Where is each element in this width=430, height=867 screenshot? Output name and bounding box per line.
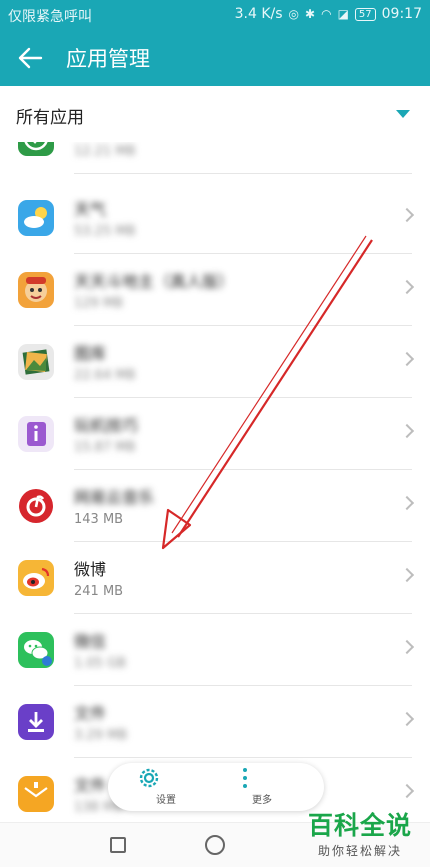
wifi-icon: ◠ [321, 7, 332, 21]
chevron-right-icon [399, 351, 415, 367]
dropdown-caret-icon [396, 110, 410, 118]
row-divider [74, 173, 412, 174]
app-name: 玩机技巧 [74, 416, 139, 435]
watermark-title: 百科全说 [307, 811, 412, 840]
bottom-action-bar: 设置 更多 [108, 763, 324, 811]
carrier-text: 仅限紧急呼叫 [8, 9, 92, 25]
tips-icon [18, 416, 54, 452]
download-icon [18, 704, 54, 740]
weibo-icon [18, 560, 54, 596]
app-row-2[interactable]: 天天斗地主（真人版） 129 MB [0, 254, 430, 326]
app-name: 网易云音乐 [74, 488, 155, 507]
app-size: 53.25 MB [74, 224, 136, 239]
network-speed: 3.4 K/s [234, 6, 283, 22]
chevron-right-icon [399, 495, 415, 511]
app-size: 12.21 MB [74, 144, 136, 159]
battery-level: 57 [354, 7, 376, 21]
chevron-right-icon [399, 711, 415, 727]
app-row-4[interactable]: 玩机技巧 15.87 MB [0, 398, 430, 470]
app-row-7[interactable]: 微信 1.05 GB [0, 614, 430, 686]
more-button[interactable]: 更多 [232, 765, 292, 809]
app-name: 微信 [74, 632, 107, 651]
app-row-8[interactable]: 文件 3.29 MB [0, 686, 430, 758]
app-name: 图库 [74, 344, 107, 363]
filter-label: 所有应用 [16, 108, 84, 128]
page-title: 应用管理 [66, 47, 150, 71]
app-size: 1.05 GB [74, 656, 127, 671]
app-list[interactable]: 12.21 MB 天气 53.25 MB 天天斗地主（真人版） 129 MB 图… [0, 142, 430, 822]
status-right: 3.4 K/s ◎ ✱ ◠ ◪ 57 09:17 [235, 6, 422, 22]
chevron-right-icon [399, 423, 415, 439]
app-name: 文件 [74, 776, 107, 795]
app-row-3[interactable]: 图库 22.64 MB [0, 326, 430, 398]
app-row-5[interactable]: 网易云音乐 143 MB [0, 470, 430, 542]
app-size: 143 MB [74, 512, 124, 527]
green-app-icon [18, 142, 54, 156]
weather-icon [18, 200, 54, 236]
app-size: 241 MB [74, 584, 124, 599]
app-size: 15.87 MB [74, 440, 136, 455]
signal-icon: ◪ [337, 7, 349, 21]
app-name: 天气 [74, 200, 107, 219]
settings-button[interactable]: 设置 [136, 765, 196, 809]
chevron-right-icon [399, 279, 415, 295]
gear-icon [139, 768, 159, 788]
watermark-subtitle: 助你轻松解决 [317, 844, 402, 858]
app-name: 微博 [74, 560, 107, 579]
app-name: 天天斗地主（真人版） [74, 272, 235, 291]
recent-apps-button[interactable] [110, 837, 126, 853]
gallery-icon [18, 344, 54, 380]
back-arrow-icon[interactable] [16, 44, 44, 72]
wechat-icon [18, 632, 54, 668]
app-size: 129 MB [74, 296, 124, 311]
bluetooth-icon: ✱ [305, 7, 316, 21]
app-row-0[interactable]: 12.21 MB [0, 142, 430, 174]
app-name: 文件 [74, 704, 107, 723]
home-button[interactable] [205, 835, 225, 855]
chevron-right-icon [399, 783, 415, 799]
app-size: 22.64 MB [74, 368, 136, 383]
app-filter-dropdown[interactable]: 所有应用 [0, 86, 430, 142]
more-label: 更多 [252, 795, 272, 806]
doudizhu-icon [18, 272, 54, 308]
app-size: 3.29 MB [74, 728, 128, 743]
clock: 09:17 [381, 6, 422, 22]
app-bar: 应用管理 [0, 30, 430, 86]
settings-label: 设置 [156, 795, 176, 806]
netease-music-icon [18, 488, 54, 524]
watermark: 百科全说 助你轻松解决 [300, 806, 420, 862]
app-row-1[interactable]: 天气 53.25 MB [0, 182, 430, 254]
hd-icon: ◎ [288, 7, 300, 21]
chevron-right-icon [399, 567, 415, 583]
status-bar: 仅限紧急呼叫 3.4 K/s ◎ ✱ ◠ ◪ 57 09:17 [0, 0, 430, 30]
chevron-right-icon [399, 639, 415, 655]
app-row-6[interactable]: 微博 241 MB [0, 542, 430, 614]
more-vertical-icon [243, 768, 247, 788]
chevron-right-icon [399, 207, 415, 223]
archive-icon [18, 776, 54, 812]
